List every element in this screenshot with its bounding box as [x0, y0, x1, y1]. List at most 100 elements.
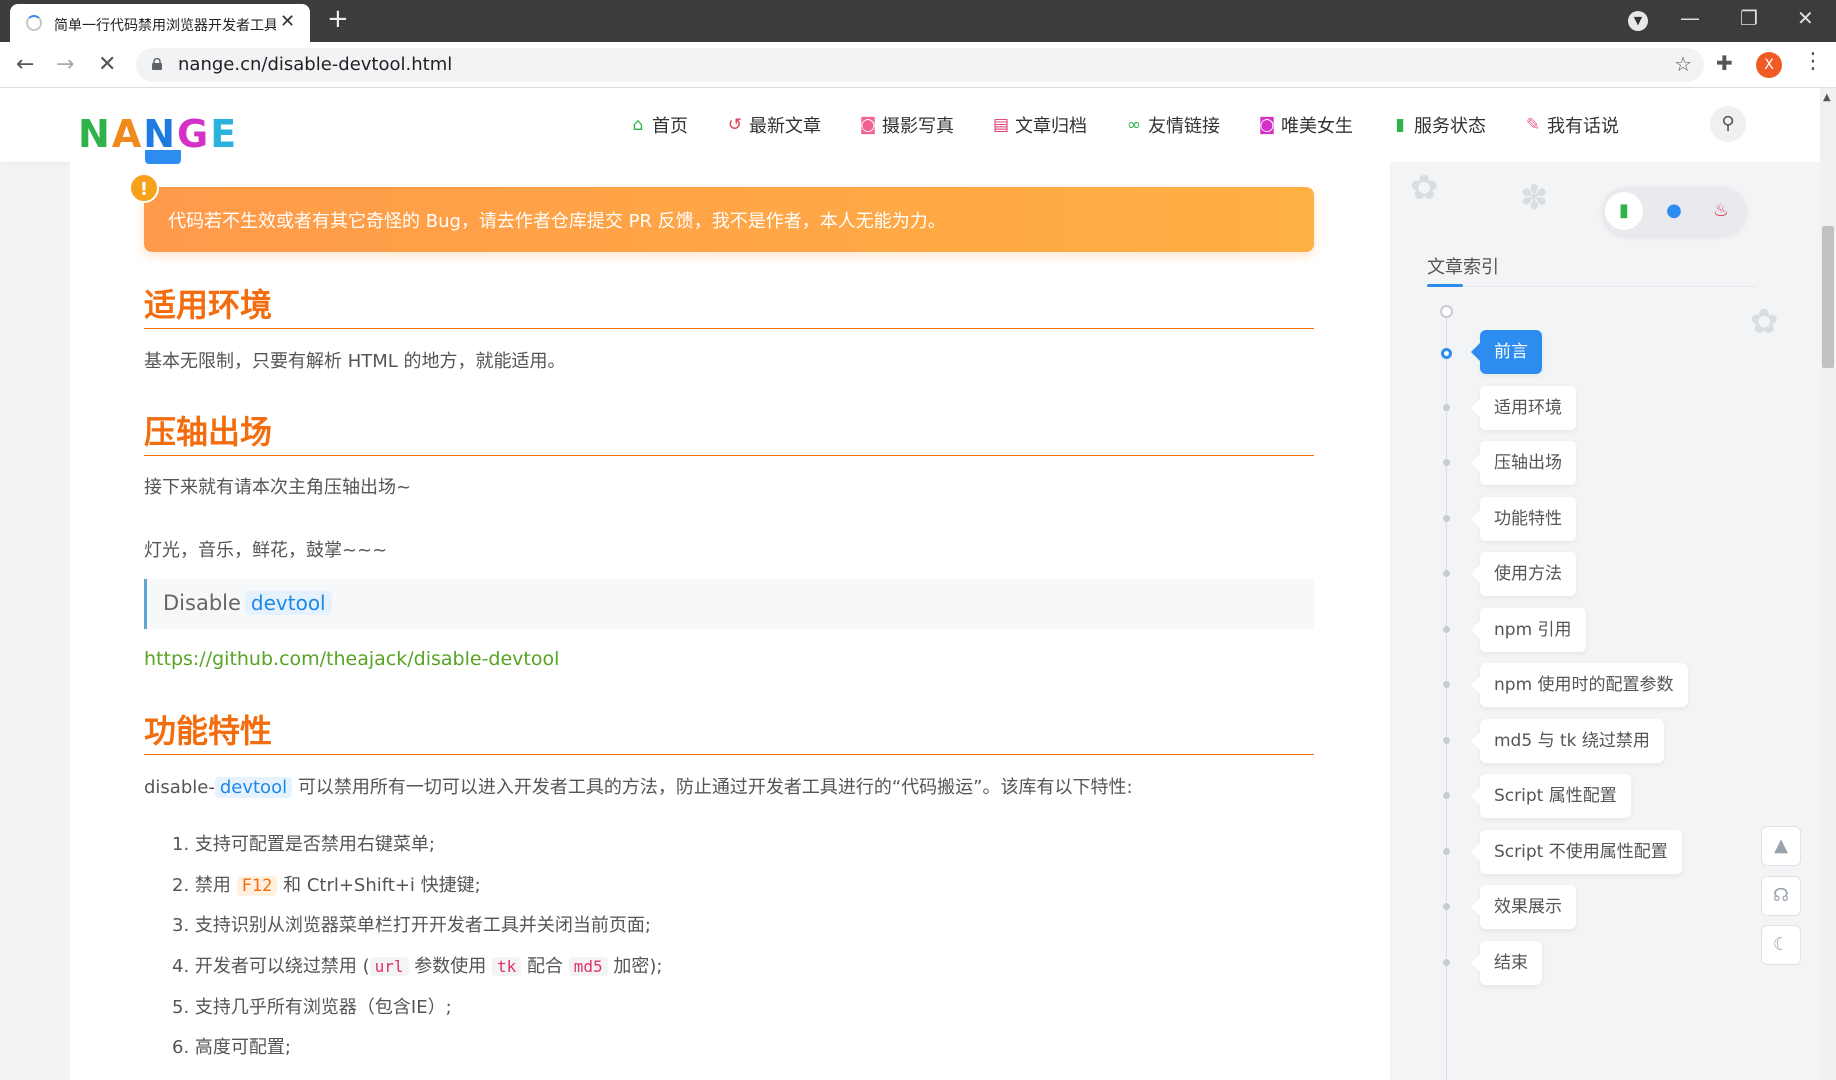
moon-icon[interactable]: ☾ [1761, 925, 1801, 965]
toc-item[interactable]: Script 不使用属性配置 [1471, 829, 1682, 874]
nav-item-label: 我有话说 [1547, 116, 1619, 137]
toc-dot [1443, 847, 1450, 855]
divider [1427, 286, 1757, 287]
feature-list: 1. 支持可配置是否禁用右键菜单; 2. 禁用 F12 和 Ctrl+Shift… [172, 830, 662, 1074]
text-span: 和 Ctrl+Shift+i 快捷键; [283, 874, 481, 896]
camera-icon: ◙ [859, 115, 877, 135]
nav-item-label: 友情链接 [1148, 116, 1220, 137]
list-item: 2. 禁用 F12 和 Ctrl+Shift+i 快捷键; [172, 871, 662, 912]
url-text[interactable]: nange.cn/disable-devtool.html [178, 54, 452, 75]
sidebar-tools: ▮ ● ♨ [1602, 187, 1746, 235]
site-header: NANGE ⌂ 首页 ↺ 最新文章 ◙ 摄影写真 ▤ 文章归档 ∞ 友情链接 ◙ 唯美女生 ▮ 服务状态 ✎… [0, 88, 1820, 162]
text-span: 4. 开发者可以绕过禁用 ( [172, 956, 370, 978]
toc-item[interactable]: 使用方法 [1471, 552, 1576, 596]
toc-dot [1443, 792, 1450, 799]
browser-toolbar: ← → ✕ nange.cn/disable-devtool.html ☆ ✚ … [0, 42, 1836, 88]
user-icon[interactable]: ● [1655, 192, 1693, 230]
browser-tab[interactable]: 简单一行代码禁用浏览器开发者工具 ✕ [10, 4, 310, 42]
search-icon[interactable]: ⚲ [1710, 106, 1746, 142]
profile-avatar[interactable]: X [1756, 52, 1782, 78]
toc-dot [1443, 681, 1450, 688]
nav-item-label: 摄影写真 [882, 116, 954, 137]
toc-item[interactable]: npm 使用时的配置参数 [1471, 663, 1688, 707]
list-item: 3. 支持识别从浏览器菜单栏打开开发者工具并关闭当前页面; [172, 915, 651, 937]
lock-icon [152, 58, 162, 70]
nav-item-label: 最新文章 [749, 116, 821, 137]
text-span: 2. 禁用 [172, 874, 231, 896]
camera-retro-icon: ◙ [1258, 115, 1276, 135]
nav-item-label: 文章归档 [1015, 116, 1087, 137]
toc-item[interactable]: 功能特性 [1471, 496, 1576, 541]
scrollbar-thumb[interactable] [1822, 226, 1834, 368]
back-button[interactable]: ← [16, 52, 34, 77]
bookmark-star-icon[interactable]: ☆ [1674, 52, 1692, 76]
nav-item-5[interactable]: ◙ 唯美女生 [1257, 112, 1353, 138]
inline-code: url [369, 957, 409, 977]
nav-item-0[interactable]: ⌂ 首页 [628, 112, 688, 138]
toc-dot [1443, 514, 1450, 522]
home-icon: ⌂ [632, 115, 644, 135]
toc-item[interactable]: 压轴出场 [1471, 441, 1576, 485]
nav-item-label: 唯美女生 [1281, 116, 1353, 137]
restore-button[interactable]: ❐ [1740, 6, 1758, 30]
fire-icon[interactable]: ♨ [1702, 192, 1740, 230]
list-item: 1. 支持可配置是否禁用右键菜单; [172, 834, 435, 855]
text-span: disable- [144, 777, 215, 798]
github-link[interactable]: https://github.com/theajack/disable-devt… [144, 648, 559, 670]
flower-decoration-icon: ✽ [1520, 178, 1549, 218]
toc-item[interactable]: 结束 [1471, 940, 1542, 985]
stop-loading-button[interactable]: ✕ [98, 52, 116, 77]
nav-item-2[interactable]: ◙ 摄影写真 [858, 112, 954, 138]
browser-menu-icon[interactable]: ⋮ [1802, 49, 1824, 74]
minimize-button[interactable]: — [1680, 6, 1700, 30]
nav-item-6[interactable]: ▮ 服务状态 [1390, 112, 1486, 138]
history-icon: ↺ [727, 115, 743, 135]
signal-icon: ▮ [1395, 115, 1405, 135]
feature-intro: disable-devtool 可以禁用所有一切可以进入开发者工具的方法，防止通… [144, 773, 1133, 799]
browser-tab-bar: 简单一行代码禁用浏览器开发者工具 ✕ + ▼ — ❐ ✕ [0, 0, 1836, 42]
logo-letter: A [111, 112, 144, 156]
feather-icon: ✎ [1525, 115, 1541, 135]
rocket-icon[interactable]: ▲ [1761, 826, 1801, 866]
warning-icon: ! [129, 173, 159, 203]
new-tab-button[interactable]: + [327, 4, 349, 34]
main-nav: ⌂ 首页 ↺ 最新文章 ◙ 摄影写真 ▤ 文章归档 ∞ 友情链接 ◙ 唯美女生 ▮ 服务状态 ✎ 我有话说 [628, 112, 1656, 138]
flower-decoration-icon: ✿ [1410, 168, 1439, 208]
toc-item[interactable]: 适用环境 [1471, 385, 1576, 430]
section-heading: 功能特性 [144, 706, 1314, 755]
toc-dot [1443, 459, 1450, 466]
extensions-icon[interactable]: ✚ [1716, 51, 1733, 75]
bookmark-icon[interactable]: ▮ [1605, 192, 1643, 230]
scroll-up-arrow-icon[interactable]: ▲ [1823, 92, 1831, 103]
nav-item-3[interactable]: ▤ 文章归档 [991, 112, 1087, 138]
logo-letter: N [78, 112, 112, 156]
close-window-button[interactable]: ✕ [1797, 6, 1814, 30]
inline-code: F12 [236, 875, 278, 896]
nav-item-1[interactable]: ↺ 最新文章 [725, 112, 821, 138]
link-icon: ∞ [1126, 115, 1142, 135]
nav-item-7[interactable]: ✎ 我有话说 [1523, 112, 1619, 138]
toc-item[interactable]: Script 属性配置 [1471, 774, 1631, 818]
toc-item[interactable]: npm 引用 [1471, 607, 1586, 652]
toc-dot [1441, 348, 1452, 359]
paragraph: 接下来就有请本次主角压轴出场~ [144, 477, 412, 498]
toc-item[interactable]: 前言 [1471, 330, 1542, 374]
tag-stub [145, 150, 181, 164]
section-heading: 适用环境 [144, 280, 1314, 329]
tab-close-icon[interactable]: ✕ [280, 11, 295, 32]
sidebar: ✿ ✽ ✿ [1390, 162, 1820, 1080]
toc-item[interactable]: md5 与 tk 绕过禁用 [1471, 718, 1664, 763]
toc-title: 文章索引 [1427, 257, 1499, 278]
tab-search-icon[interactable]: ▼ [1628, 11, 1648, 31]
toc-dot [1443, 958, 1450, 966]
headset-icon[interactable]: ☊ [1761, 876, 1801, 916]
toc-item[interactable]: 效果展示 [1471, 885, 1576, 929]
forward-button[interactable]: → [56, 52, 74, 77]
toc-dot [1443, 403, 1450, 411]
paragraph: 基本无限制，只要有解析 HTML 的地方，就能适用。 [144, 351, 566, 372]
inline-code: tk [492, 957, 522, 977]
address-bar[interactable]: nange.cn/disable-devtool.html ☆ [136, 48, 1704, 82]
nav-item-4[interactable]: ∞ 友情链接 [1124, 112, 1220, 138]
text-span: 加密); [613, 956, 663, 978]
archive-icon: ▤ [992, 115, 1010, 135]
